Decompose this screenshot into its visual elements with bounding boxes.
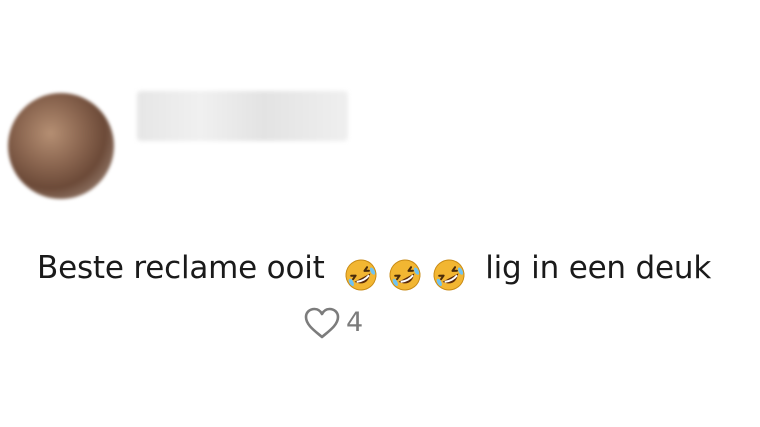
comment-text: Beste reclame ooit lig in een deuk [37, 246, 712, 291]
comment-text-end: lig in een deuk [485, 250, 712, 286]
comment-text-start: Beste reclame ooit [37, 250, 325, 286]
emoji-group [344, 252, 465, 291]
like-row: 4 [302, 305, 363, 341]
heart-outline-icon [304, 307, 340, 339]
comment-card: Beste reclame ooit lig in een deuk 4 [0, 0, 760, 427]
avatar[interactable] [8, 93, 114, 199]
username-redacted[interactable] [137, 91, 348, 141]
rolling-laughing-emoji-icon [345, 259, 377, 291]
rolling-laughing-emoji-icon [433, 259, 465, 291]
rolling-laughing-emoji-icon [389, 259, 421, 291]
like-count: 4 [346, 307, 364, 338]
like-button[interactable] [302, 305, 342, 341]
